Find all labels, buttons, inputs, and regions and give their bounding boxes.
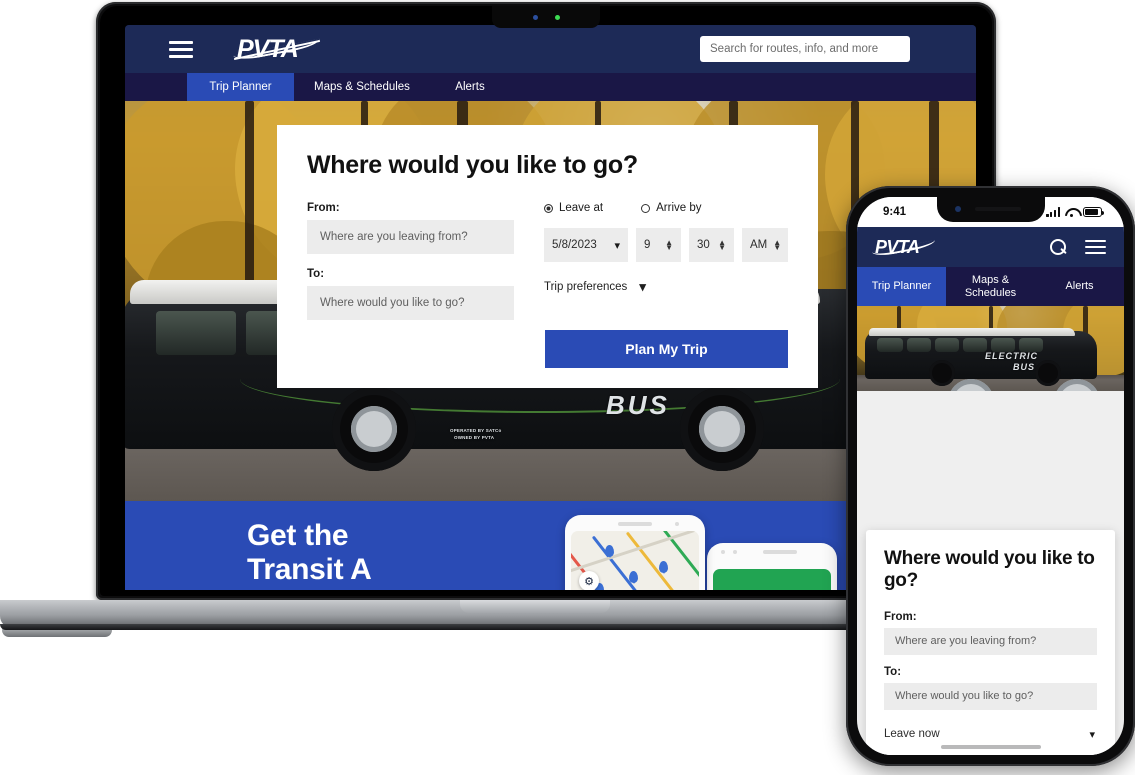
phone-pvta-logo[interactable]: PVTA xyxy=(872,237,936,258)
chevron-down-icon: ▾ xyxy=(614,239,620,252)
minute-value: 30 xyxy=(697,239,710,251)
promo-phone-mockups: Current location xyxy=(565,515,837,590)
from-input[interactable]: Where are you leaving from? xyxy=(307,220,514,254)
promo-phone-one: ⚙ xyxy=(565,515,705,590)
camera-active-icon xyxy=(554,14,560,20)
earpiece-speaker-icon xyxy=(974,206,1021,211)
time-mode-radio-group: Leave at Arrive by xyxy=(544,202,788,214)
pvta-logo[interactable]: PVTA xyxy=(233,35,321,64)
radio-arrive-by-label: Arrive by xyxy=(656,202,702,214)
radio-leave-at[interactable]: Leave at xyxy=(544,202,603,214)
camera-indicator-icon xyxy=(532,14,538,20)
phone-body: 9:41 PVTA Trip Planner Maps & Schedules … xyxy=(846,186,1135,766)
phone-tab-maps-schedules[interactable]: Maps & Schedules xyxy=(946,267,1035,306)
trip-preferences-toggle[interactable]: Trip preferences ▾ xyxy=(544,279,788,295)
cellular-signal-icon xyxy=(1046,207,1060,217)
phone-to-placeholder: Where would you like to go? xyxy=(895,690,1034,703)
phone-home-indicator xyxy=(940,745,1041,749)
phone-page-title: Where would you like to go? xyxy=(884,548,1095,592)
radio-leave-at-icon xyxy=(544,203,553,213)
tab-maps-schedules[interactable]: Maps & Schedules xyxy=(294,73,430,101)
radio-arrive-by[interactable]: Arrive by xyxy=(641,202,702,214)
phone-to-label: To: xyxy=(884,665,902,678)
promo-phone-two-screen: Current location xyxy=(713,569,831,590)
bus-operator-text: OPERATED BY SATCo xyxy=(450,428,502,433)
phone-from-input[interactable]: Where are you leaving from? xyxy=(884,627,1097,655)
to-placeholder: Where would you like to go? xyxy=(320,297,465,309)
promo-phone-map: ⚙ xyxy=(571,531,699,590)
site-header: PVTA Search for routes, info, and more xyxy=(125,25,976,73)
phone-tab-trip-planner[interactable]: Trip Planner xyxy=(857,267,946,306)
search-icon[interactable] xyxy=(1050,238,1067,256)
screenshot-root: PVTA Search for routes, info, and more T… xyxy=(0,0,1135,775)
stepper-arrows-icon: ▲ ▼ xyxy=(718,238,726,252)
promo-heading: Get the Transit A xyxy=(247,519,372,586)
phone-trip-planner-card: Where would you like to go? From: Where … xyxy=(866,530,1115,755)
hour-stepper[interactable]: 9 ▲ ▼ xyxy=(636,228,681,262)
battery-icon xyxy=(1083,207,1104,217)
phone-leave-now-select[interactable]: Leave now ▾ xyxy=(884,721,1097,748)
stepper-arrows-icon: ▲ ▼ xyxy=(773,238,782,252)
plan-my-trip-button[interactable]: Plan My Trip xyxy=(545,330,788,368)
phone-screen: 9:41 PVTA Trip Planner Maps & Schedules … xyxy=(857,197,1124,755)
laptop-camera-notch xyxy=(492,6,600,28)
date-value: 5/8/2023 xyxy=(552,239,597,251)
phone-site-nav: Trip Planner Maps & Schedules Alerts xyxy=(857,267,1124,306)
bus-text-bus: BUS xyxy=(606,390,670,420)
page-title: Where would you like to go? xyxy=(307,151,638,179)
bus-owner-text: OWNED BY PVTA xyxy=(454,435,495,440)
ampm-value: AM xyxy=(750,239,768,251)
phone-hero-background-image: ELECTRIC BUS xyxy=(857,306,1124,391)
search-placeholder: Search for routes, info, and more xyxy=(710,43,879,55)
phone-from-placeholder: Where are you leaving from? xyxy=(895,635,1037,648)
phone-from-label: From: xyxy=(884,610,917,623)
search-input[interactable]: Search for routes, info, and more xyxy=(700,36,910,62)
hamburger-icon[interactable] xyxy=(1085,239,1106,255)
radio-leave-at-label: Leave at xyxy=(559,202,604,214)
status-time: 9:41 xyxy=(883,206,907,218)
front-camera-icon xyxy=(954,206,961,212)
tab-trip-planner[interactable]: Trip Planner xyxy=(187,73,294,101)
gear-icon: ⚙ xyxy=(579,571,599,590)
tab-alerts[interactable]: Alerts xyxy=(430,73,510,101)
phone-site-header: PVTA xyxy=(857,227,1124,267)
site-nav: Trip Planner Maps & Schedules Alerts xyxy=(125,73,976,101)
phone-notch xyxy=(936,197,1045,222)
phone-electric-bus: ELECTRIC BUS xyxy=(865,328,1100,391)
phone-leave-now-label: Leave now xyxy=(884,728,940,741)
trip-preferences-label: Trip preferences xyxy=(544,281,628,293)
radio-arrive-by-icon xyxy=(641,203,651,213)
from-placeholder: Where are you leaving from? xyxy=(320,231,468,243)
from-label: From: xyxy=(307,202,340,214)
to-input[interactable]: Where would you like to go? xyxy=(307,286,514,320)
hour-value: 9 xyxy=(644,239,651,251)
promo-heading-line1: Get the xyxy=(247,519,349,552)
promo-phone-two: Current location xyxy=(707,543,837,590)
stepper-arrows-icon: ▲ ▼ xyxy=(665,238,673,252)
date-select[interactable]: 5/8/2023 ▾ xyxy=(544,228,628,262)
chevron-down-icon: ▾ xyxy=(1089,728,1095,741)
phone-tab-alerts[interactable]: Alerts xyxy=(1035,267,1124,306)
phone-mockup: 9:41 PVTA Trip Planner Maps & Schedules … xyxy=(846,186,1135,766)
phone-hero-section: ELECTRIC BUS xyxy=(857,306,1124,391)
hamburger-icon[interactable] xyxy=(169,40,193,58)
minute-stepper[interactable]: 30 ▲ ▼ xyxy=(689,228,734,262)
chevron-down-icon: ▾ xyxy=(639,279,646,294)
ampm-stepper[interactable]: AM ▲ ▼ xyxy=(742,228,788,262)
laptop-base-notch xyxy=(460,600,610,613)
promo-heading-line2: Transit A xyxy=(247,552,372,586)
to-label: To: xyxy=(307,268,325,280)
phone-to-input[interactable]: Where would you like to go? xyxy=(884,682,1097,710)
wifi-icon xyxy=(1065,207,1078,217)
datetime-row: 5/8/2023 ▾ 9 ▲ ▼ 30 ▲ ▼ AM ▲ ▼ xyxy=(544,228,788,262)
trip-planner-card: Where would you like to go? From: Where … xyxy=(277,125,818,388)
